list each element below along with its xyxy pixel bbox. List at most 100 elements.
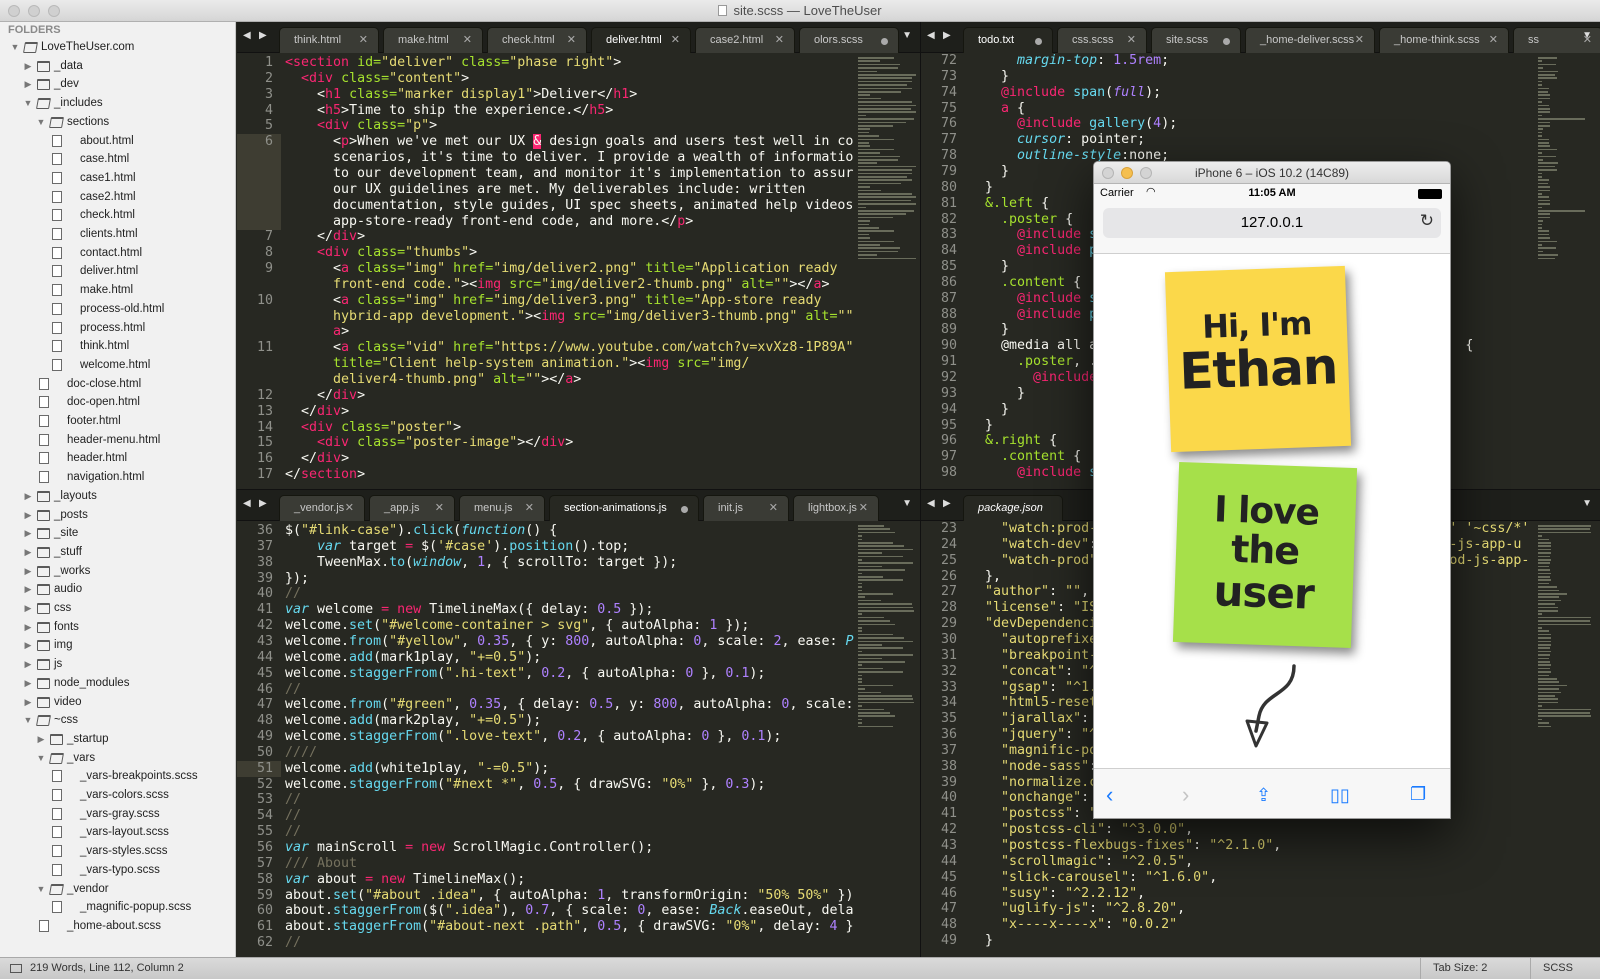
editor-tab[interactable]: css.scss ✕ [1057, 27, 1147, 53]
sidebar-folder[interactable]: ▼ _includes [0, 94, 235, 113]
sidebar-file[interactable]: case2.html [0, 188, 235, 207]
editor-tab[interactable]: deliver.html ✕ [591, 27, 691, 53]
sidebar-file[interactable]: navigation.html [0, 468, 235, 487]
sidebar-file[interactable]: think.html [0, 337, 235, 356]
editor-tab[interactable]: make.html ✕ [383, 27, 483, 53]
tab-size-selector[interactable]: Tab Size: 2 [1420, 958, 1530, 979]
disclosure-open-icon[interactable]: ▼ [23, 711, 33, 730]
sidebar-folder[interactable]: ▶ audio [0, 580, 235, 599]
sidebar-file[interactable]: process-old.html [0, 300, 235, 319]
editor-tab[interactable]: olors.scss [799, 27, 899, 53]
sidebar-folder[interactable]: ▶ _layouts [0, 487, 235, 506]
editor-tab[interactable]: site.scss [1151, 27, 1241, 53]
sidebar-file[interactable]: _vars-breakpoints.scss [0, 767, 235, 786]
tab-prev-icon[interactable]: ◀ [243, 30, 251, 41]
close-tab-icon[interactable]: ✕ [1489, 28, 1498, 53]
close-tab-icon[interactable]: ✕ [463, 28, 472, 53]
sidebar-file[interactable]: welcome.html [0, 356, 235, 375]
tab-next-icon[interactable]: ▶ [259, 498, 267, 509]
sidebar-file[interactable]: check.html [0, 206, 235, 225]
tab-next-icon[interactable]: ▶ [943, 498, 951, 509]
disclosure-closed-icon[interactable]: ▶ [23, 618, 33, 637]
sidebar-folder[interactable]: ▼ LoveTheUser.com [0, 38, 235, 57]
sidebar-folder[interactable]: ▶ js [0, 655, 235, 674]
editor-tab[interactable]: lightbox.js ✕ [793, 495, 879, 521]
tab-menu-icon[interactable]: ▼ [1582, 498, 1592, 509]
close-tab-icon[interactable]: ✕ [435, 496, 444, 521]
simulator-close-button[interactable] [1102, 167, 1114, 179]
sidebar-file[interactable]: header-menu.html [0, 431, 235, 450]
disclosure-closed-icon[interactable]: ▶ [23, 562, 33, 581]
syntax-selector[interactable]: SCSS [1530, 958, 1600, 979]
disclosure-closed-icon[interactable]: ▶ [23, 57, 33, 76]
sidebar-file[interactable]: case1.html [0, 169, 235, 188]
disclosure-open-icon[interactable]: ▼ [10, 38, 20, 57]
sidebar-folder[interactable]: ▶ node_modules [0, 674, 235, 693]
editor-tab[interactable]: todo.txt [963, 27, 1053, 53]
sidebar-folder[interactable]: ▶ _stuff [0, 543, 235, 562]
editor-tab[interactable]: check.html ✕ [487, 27, 587, 53]
sidebar-folder[interactable]: ▼ _vars [0, 749, 235, 768]
tab-prev-icon[interactable]: ◀ [243, 498, 251, 509]
sidebar-folder[interactable]: ▶ video [0, 693, 235, 712]
tab-prev-icon[interactable]: ◀ [927, 30, 935, 41]
disclosure-closed-icon[interactable]: ▶ [23, 636, 33, 655]
sidebar-folder[interactable]: ▶ _startup [0, 730, 235, 749]
forward-icon[interactable]: › [1182, 782, 1189, 808]
close-tab-icon[interactable]: ✕ [567, 28, 576, 53]
minimize-window-button[interactable] [28, 5, 40, 17]
close-tab-icon[interactable]: ✕ [859, 496, 868, 521]
sidebar-file[interactable]: deliver.html [0, 262, 235, 281]
sidebar-folder[interactable]: ▼ ~css [0, 711, 235, 730]
sidebar-folder[interactable]: ▶ _site [0, 524, 235, 543]
editor-tab[interactable]: _home-deliver.scss ✕ [1245, 27, 1375, 53]
sidebar-file[interactable]: _home-about.scss [0, 917, 235, 936]
disclosure-closed-icon[interactable]: ▶ [23, 543, 33, 562]
editor-tab[interactable]: _vendor.js ✕ [279, 495, 365, 521]
disclosure-closed-icon[interactable]: ▶ [23, 693, 33, 712]
share-icon[interactable]: ⇪ [1256, 785, 1271, 806]
sidebar-folder[interactable]: ▶ _data [0, 57, 235, 76]
disclosure-closed-icon[interactable]: ▶ [23, 75, 33, 94]
disclosure-closed-icon[interactable]: ▶ [23, 506, 33, 525]
bookmarks-icon[interactable]: ▯▯ [1330, 785, 1350, 806]
disclosure-closed-icon[interactable]: ▶ [36, 730, 46, 749]
tabs-icon[interactable]: ❐ [1410, 784, 1426, 805]
sidebar-file[interactable]: case.html [0, 150, 235, 169]
sidebar-file[interactable]: _vars-typo.scss [0, 861, 235, 880]
sidebar-folder[interactable]: ▶ img [0, 636, 235, 655]
close-tab-icon[interactable]: ✕ [769, 496, 778, 521]
tab-menu-icon[interactable]: ▼ [1582, 30, 1592, 41]
close-tab-icon[interactable]: ✕ [359, 28, 368, 53]
disclosure-open-icon[interactable]: ▼ [36, 113, 46, 132]
editor-tab[interactable]: menu.js ✕ [459, 495, 545, 521]
back-icon[interactable]: ‹ [1106, 782, 1113, 808]
unsaved-dot-icon[interactable] [1035, 38, 1042, 45]
simulator-zoom-button[interactable] [1140, 167, 1152, 179]
unsaved-dot-icon[interactable] [1223, 38, 1230, 45]
disclosure-closed-icon[interactable]: ▶ [23, 524, 33, 543]
disclosure-closed-icon[interactable]: ▶ [23, 599, 33, 618]
disclosure-closed-icon[interactable]: ▶ [23, 655, 33, 674]
sidebar-folder[interactable]: ▼ sections [0, 113, 235, 132]
disclosure-closed-icon[interactable]: ▶ [23, 580, 33, 599]
reload-icon[interactable]: ↻ [1420, 211, 1434, 231]
sidebar-file[interactable]: _vars-layout.scss [0, 823, 235, 842]
sidebar-folder[interactable]: ▶ _posts [0, 506, 235, 525]
close-tab-icon[interactable]: ✕ [671, 28, 680, 53]
sidebar-file[interactable]: process.html [0, 319, 235, 338]
disclosure-closed-icon[interactable]: ▶ [23, 487, 33, 506]
simulator-minimize-button[interactable] [1121, 167, 1133, 179]
sidebar-file[interactable]: about.html [0, 132, 235, 151]
editor-tab[interactable]: case2.html ✕ [695, 27, 795, 53]
close-window-button[interactable] [8, 5, 20, 17]
sidebar-file[interactable]: _vars-gray.scss [0, 805, 235, 824]
toggle-panel-icon[interactable] [10, 964, 22, 973]
sidebar-folder[interactable]: ▶ fonts [0, 618, 235, 637]
sidebar-folder[interactable]: ▶ _works [0, 562, 235, 581]
editor-tab[interactable]: _app.js ✕ [369, 495, 455, 521]
sidebar-file[interactable]: doc-close.html [0, 375, 235, 394]
zoom-window-button[interactable] [48, 5, 60, 17]
editor-tab[interactable]: _home-think.scss ✕ [1379, 27, 1509, 53]
tab-prev-icon[interactable]: ◀ [927, 498, 935, 509]
